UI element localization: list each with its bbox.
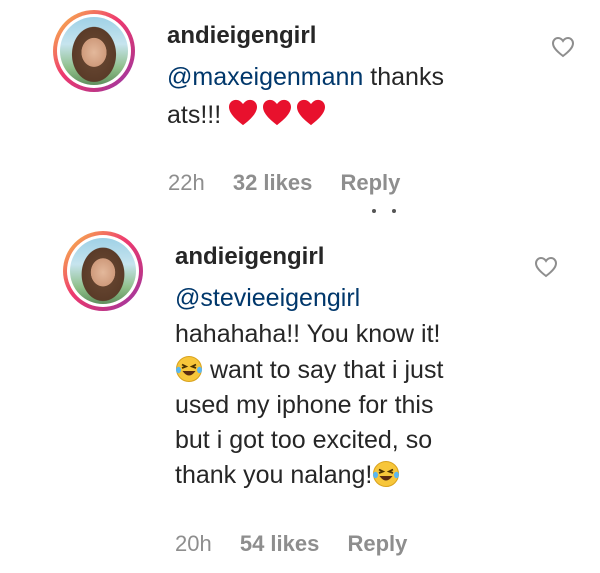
- mention-link[interactable]: @stevieeigengirl: [175, 284, 360, 312]
- comment-text-line: but i got too excited, so: [175, 425, 432, 455]
- comment-text-line: thank you nalang!: [175, 460, 400, 490]
- comment-text: but i got too excited, so: [175, 426, 433, 454]
- comment-text: thank you nalang!: [175, 461, 373, 489]
- comment-text-line: used my iphone for this: [175, 390, 433, 420]
- likes-count[interactable]: 54 likes: [240, 531, 320, 556]
- comment-text-line: @stevieeigengirl: [175, 283, 360, 313]
- reply-button[interactable]: Reply: [347, 531, 407, 556]
- profile-photo: [70, 238, 136, 304]
- comment-meta: 20h 54 likes Reply: [175, 531, 429, 557]
- tears-of-joy-emoji: [176, 356, 202, 382]
- avatar[interactable]: [53, 10, 135, 92]
- comment-text-line: hahahaha!! You know it!: [175, 319, 441, 349]
- comment-timestamp[interactable]: 20h: [175, 531, 212, 556]
- comment-text-line: @maxeigenmann thanks: [167, 62, 444, 92]
- comment-username[interactable]: andieigengirl: [167, 22, 316, 50]
- likes-count[interactable]: 32 likes: [233, 170, 313, 195]
- comment-timestamp[interactable]: 22h: [168, 170, 205, 195]
- comment-item: andieigengirl @maxeigenmann thanks ats!!…: [0, 0, 600, 205]
- comment-text: thanks: [370, 63, 444, 91]
- comment-username[interactable]: andieigengirl: [175, 243, 324, 271]
- comment-text: used my iphone for this: [175, 391, 434, 419]
- mention-link[interactable]: @maxeigenmann: [167, 63, 363, 91]
- comment-meta: 22h 32 likes Reply: [168, 170, 422, 196]
- comment-text-line: ats!!!: [167, 99, 330, 130]
- red-heart-emoji: [229, 99, 258, 126]
- reply-button[interactable]: Reply: [340, 170, 400, 195]
- heart-outline-icon[interactable]: [551, 36, 575, 58]
- red-heart-emoji: [297, 99, 326, 126]
- tears-of-joy-emoji: [373, 461, 400, 487]
- comment-item: andieigengirl @stevieeigengirl hahahaha!…: [0, 215, 600, 573]
- red-heart-emoji: [263, 99, 292, 126]
- comment-text: ats!!!: [167, 101, 222, 129]
- comment-text: want to say that i just: [209, 356, 444, 384]
- comment-text: hahahaha!! You know it!: [175, 320, 441, 348]
- heart-outline-icon[interactable]: [534, 256, 558, 278]
- avatar[interactable]: [63, 231, 143, 311]
- comment-text-line: want to say that i just: [175, 355, 443, 385]
- profile-photo: [60, 17, 128, 85]
